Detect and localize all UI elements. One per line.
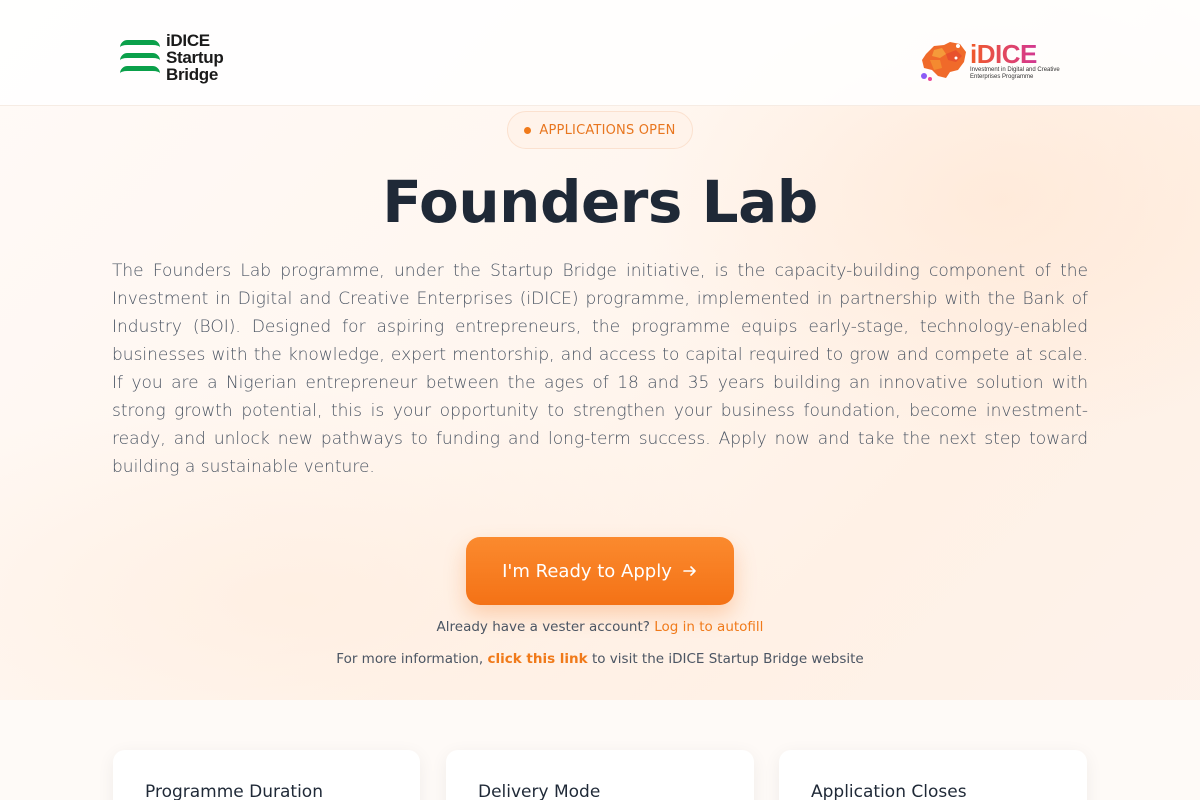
page: iDICE Startup Bridge iDICE Investment in…: [0, 0, 1200, 800]
site-header: iDICE Startup Bridge iDICE Investment in…: [0, 0, 1200, 106]
status-dot-icon: [524, 126, 532, 134]
logo-line-3: Bridge: [166, 65, 219, 84]
card-title: Delivery Mode: [478, 782, 601, 800]
logo-line-2: Startup: [166, 48, 224, 67]
card-title: Programme Duration: [145, 782, 323, 800]
page-title: Founders Lab: [382, 168, 818, 236]
more-info-suffix: to visit the iDICE Startup Bridge websit…: [587, 651, 864, 667]
apply-button-label: I'm Ready to Apply: [502, 560, 672, 582]
login-prompt: Already have a vester account? Log in to…: [0, 619, 1200, 635]
idice-startup-bridge-logo[interactable]: iDICE Startup Bridge: [120, 31, 224, 84]
idice-programme-logo[interactable]: iDICE Investment in Digital and Creative…: [920, 40, 1082, 82]
programme-duration-card: Programme Duration: [113, 750, 420, 800]
stripes-logo-icon: [120, 40, 160, 75]
more-info-prefix: For more information,: [336, 651, 488, 667]
delivery-mode-card: Delivery Mode: [446, 750, 754, 800]
application-closes-card: Application Closes: [779, 750, 1087, 800]
more-info-line: For more information, click this link to…: [0, 651, 1200, 667]
badge-label: APPLICATIONS OPEN: [539, 122, 676, 138]
idice-logo-subtitle: Investment in Digital and Creative Enter…: [970, 67, 1060, 80]
website-link[interactable]: click this link: [487, 651, 587, 667]
logo-wordmark: iDICE Startup Bridge: [166, 31, 224, 84]
login-autofill-link[interactable]: Log in to autofill: [654, 619, 763, 635]
applications-open-badge: APPLICATIONS OPEN: [507, 111, 693, 149]
apply-button[interactable]: I'm Ready to Apply: [466, 537, 734, 605]
arrow-right-icon: [683, 566, 696, 576]
nigeria-map-icon: [921, 42, 966, 81]
programme-description: The Founders Lab programme, under the St…: [112, 261, 1088, 477]
idice-logo-title: iDICE: [970, 41, 1082, 67]
login-prompt-text: Already have a vester account?: [436, 619, 655, 635]
logo-line-1: iDICE: [166, 31, 210, 50]
card-title: Application Closes: [811, 782, 967, 800]
